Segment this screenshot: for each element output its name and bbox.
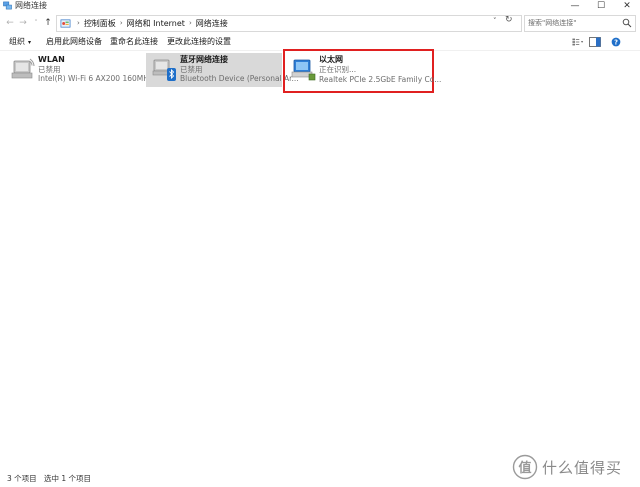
maximize-button[interactable]: ☐ xyxy=(588,0,614,12)
minimize-button[interactable]: — xyxy=(562,0,588,12)
command-bar: 组织 ▾ 启用此网络设备 重命名此连接 更改此连接的设置 ? xyxy=(0,34,640,51)
address-bar[interactable]: › 控制面板 › 网络和 Internet › 网络连接 xyxy=(56,15,522,32)
connection-name: WLAN xyxy=(38,55,65,64)
breadcrumb-control-panel[interactable]: 控制面板 xyxy=(84,18,116,29)
help-icon[interactable]: ? xyxy=(610,37,622,47)
connection-item-wlan[interactable]: WLAN 已禁用 Intel(R) Wi-Fi 6 AX200 160MHz xyxy=(4,53,153,87)
connection-device: Bluetooth Device (Personal Ar... xyxy=(180,74,299,83)
view-options-icon[interactable] xyxy=(572,37,584,47)
close-button[interactable]: ✕ xyxy=(614,0,640,12)
up-button[interactable]: ↑ xyxy=(42,16,54,30)
rename-connection-button[interactable]: 重命名此连接 xyxy=(110,37,158,47)
connection-device: Intel(R) Wi-Fi 6 AX200 160MHz xyxy=(38,74,153,83)
change-settings-button[interactable]: 更改此连接的设置 xyxy=(167,37,231,47)
enable-device-button[interactable]: 启用此网络设备 xyxy=(46,37,102,47)
connection-item-bluetooth[interactable]: 蓝牙网络连接 已禁用 Bluetooth Device (Personal Ar… xyxy=(146,53,299,87)
breadcrumb-separator[interactable]: › xyxy=(120,18,123,29)
title-bar: 网络连接 — ☐ ✕ xyxy=(0,0,640,12)
svg-text:?: ? xyxy=(614,39,618,47)
window-title: 网络连接 xyxy=(15,1,47,10)
organize-menu[interactable]: 组织 ▾ xyxy=(9,37,31,48)
bluetooth-adapter-icon xyxy=(152,59,176,81)
connection-name: 蓝牙网络连接 xyxy=(180,55,228,64)
forward-button[interactable]: → xyxy=(17,16,29,30)
selected-count: 选中 1 个项目 xyxy=(44,474,92,483)
breadcrumb-separator: › xyxy=(77,19,80,27)
connection-status: 正在识别... xyxy=(319,65,357,74)
recent-locations-dropdown[interactable]: ˅ xyxy=(30,16,42,30)
wifi-adapter-icon xyxy=(11,58,35,79)
breadcrumb: › 控制面板 › 网络和 Internet › 网络连接 xyxy=(77,18,228,29)
breadcrumb-separator[interactable]: › xyxy=(189,18,192,29)
connection-device: Realtek PCIe 2.5GbE Family Co... xyxy=(319,75,442,84)
search-box[interactable] xyxy=(524,15,636,32)
control-panel-icon xyxy=(60,19,71,28)
address-history-dropdown[interactable]: ˅ xyxy=(493,17,497,25)
back-button[interactable]: ← xyxy=(4,16,16,30)
connection-name: 以太网 xyxy=(319,55,343,64)
organize-label: 组织 xyxy=(9,37,25,46)
chevron-down-icon: ▾ xyxy=(28,39,32,46)
address-row: ← → ˅ ↑ › 控制面板 › 网络和 Internet › 网络连接 ˅ ↻ xyxy=(0,13,640,33)
breadcrumb-network-internet[interactable]: 网络和 Internet xyxy=(127,18,185,29)
network-connections-icon xyxy=(3,1,12,10)
ethernet-adapter-icon xyxy=(291,59,316,81)
preview-pane-icon[interactable] xyxy=(589,37,601,47)
search-icon[interactable] xyxy=(622,18,632,28)
refresh-button[interactable]: ↻ xyxy=(505,15,513,25)
status-bar: 3 个项目 选中 1 个项目 xyxy=(0,473,640,487)
search-input[interactable] xyxy=(528,17,616,29)
breadcrumb-network-connections[interactable]: 网络连接 xyxy=(196,18,228,29)
connection-item-ethernet[interactable]: 以太网 正在识别... Realtek PCIe 2.5GbE Family C… xyxy=(283,49,441,93)
item-count: 3 个项目 xyxy=(7,474,37,483)
